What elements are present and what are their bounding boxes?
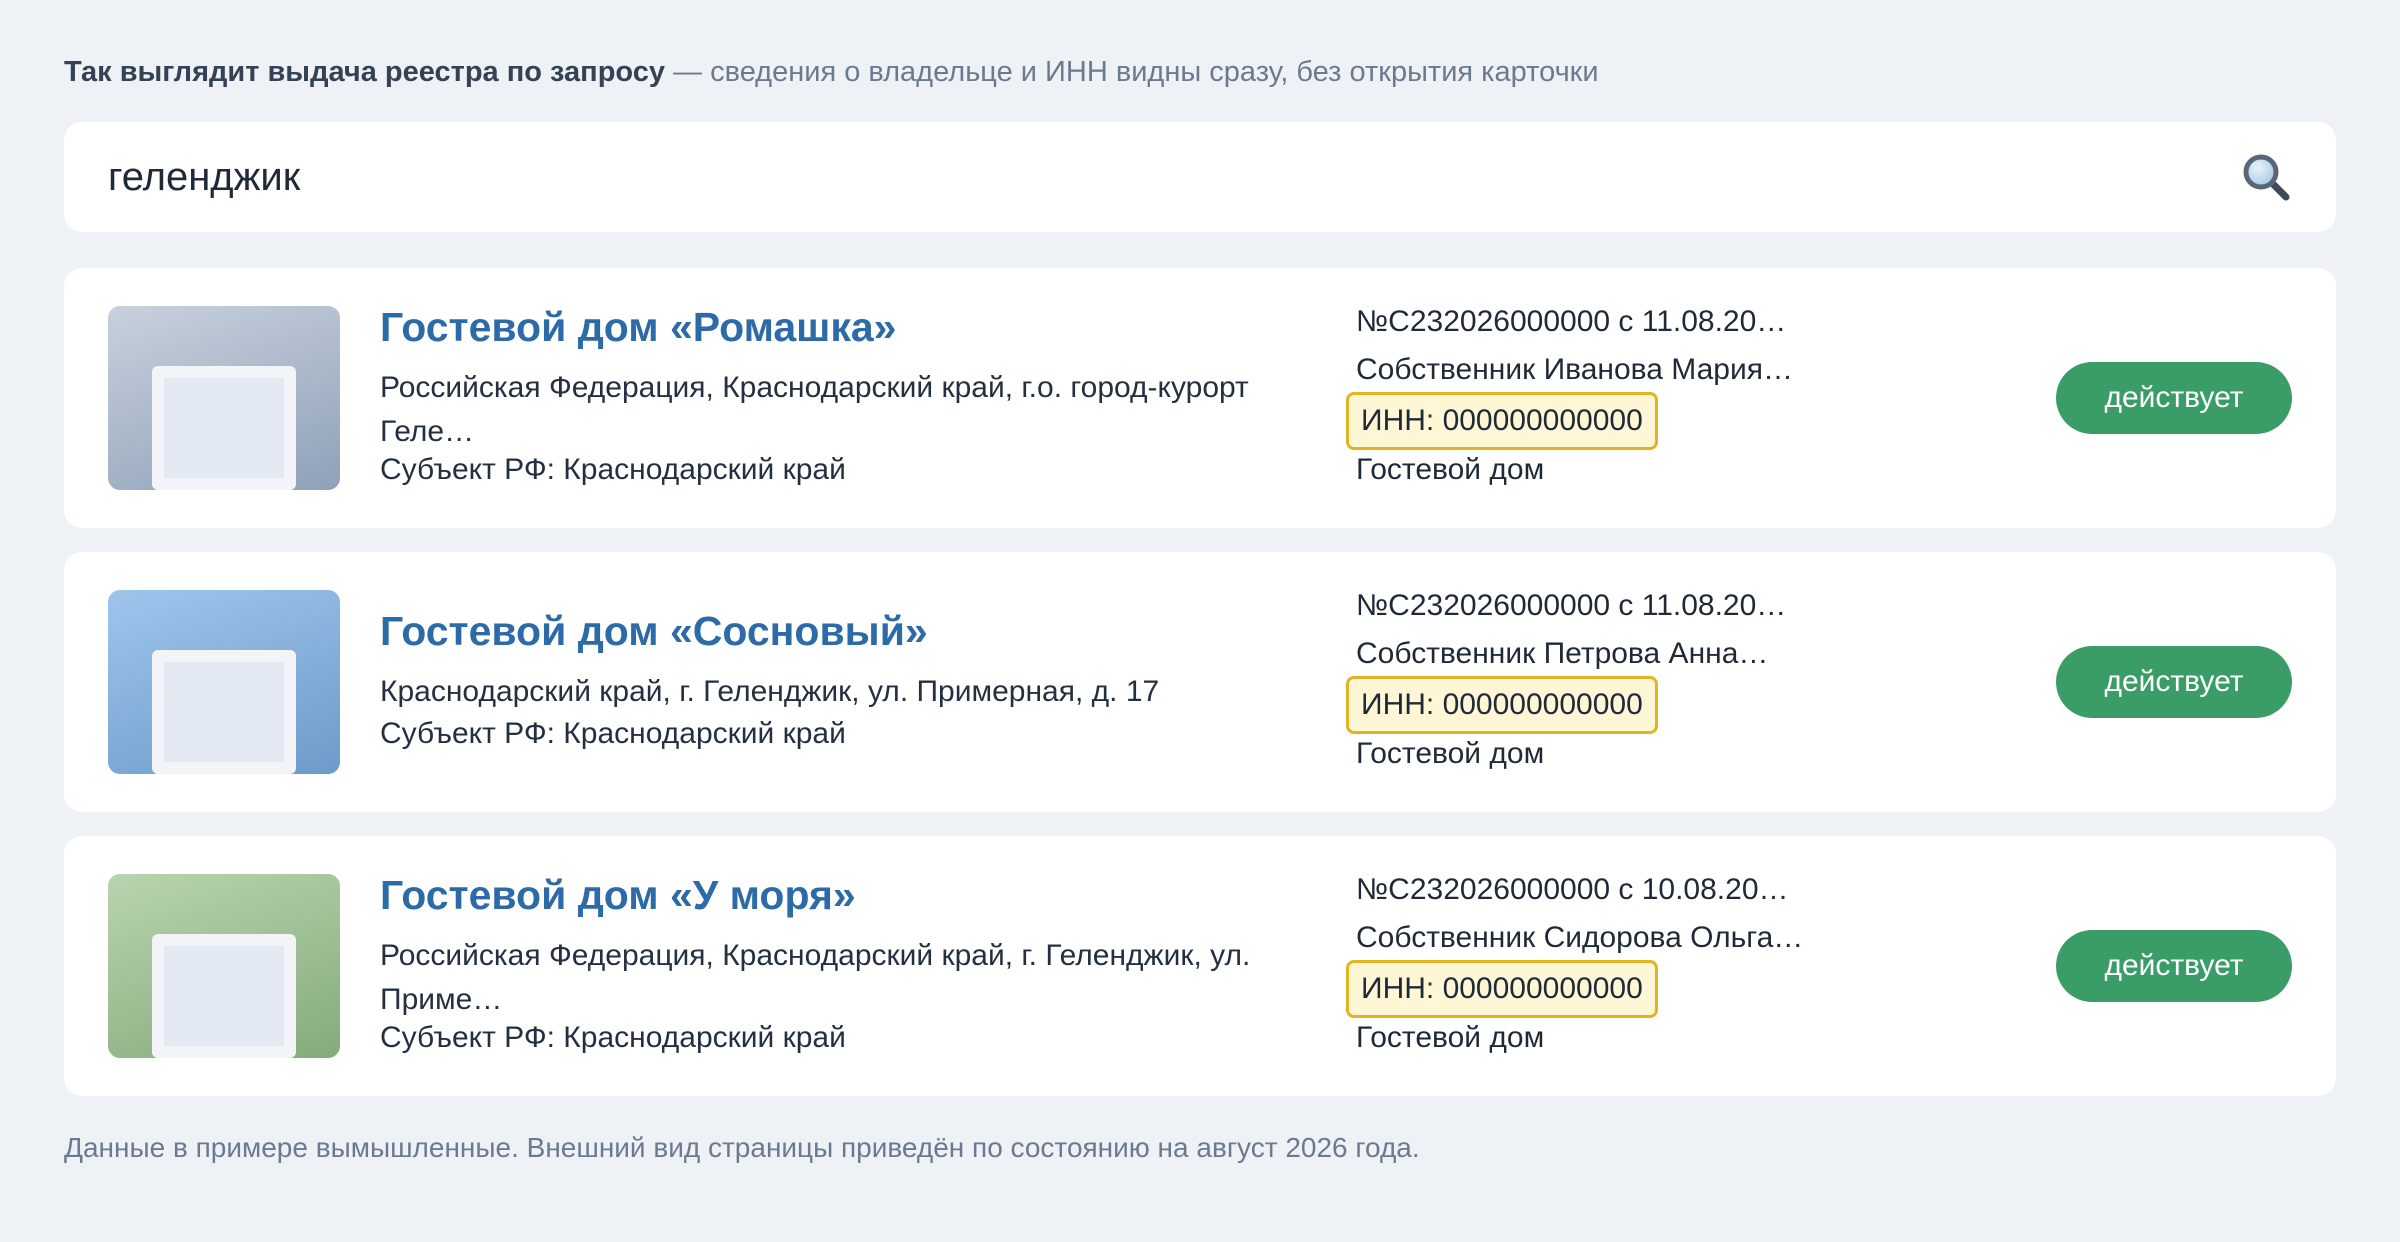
search-bar	[64, 122, 2336, 232]
result-region: Субъект РФ: Краснодарский край	[380, 1021, 846, 1054]
property-thumbnail	[108, 874, 340, 1058]
footnote: Данные в примере вымышленные. Внешний ви…	[64, 1132, 1420, 1163]
result-region: Субъект РФ: Краснодарский край	[380, 453, 846, 486]
image-placeholder-icon	[152, 934, 296, 1058]
image-placeholder-icon	[152, 366, 296, 490]
result-card[interactable]: Гостевой дом «Ромашка» Российская Федера…	[64, 268, 2336, 528]
search-input[interactable]	[108, 154, 2240, 200]
property-thumbnail	[108, 306, 340, 490]
result-address: Российская Федерация, Краснодарский край…	[380, 934, 1260, 1022]
registry-number: №С232026000000 с 11.08.20…	[1356, 589, 1787, 622]
address-line: Российская Федерация, Краснодарский край…	[380, 371, 1249, 404]
result-title-link[interactable]: Гостевой дом «У моря»	[380, 872, 856, 919]
result-address: Российская Федерация, Краснодарский край…	[380, 366, 1260, 454]
object-kind: Гостевой дом	[1356, 453, 1545, 486]
inn-highlight: ИНН: 000000000000	[1346, 676, 1658, 734]
status-badge[interactable]: действует	[2056, 646, 2292, 718]
result-address: Краснодарский край, г. Геленджик, ул. Пр…	[380, 670, 1260, 714]
address-line: Приме…	[380, 983, 503, 1016]
address-line: Краснодарский край, г. Геленджик, ул. Пр…	[380, 675, 1160, 708]
result-card[interactable]: Гостевой дом «Сосновый» Краснодарский кр…	[64, 552, 2336, 812]
property-thumbnail	[108, 590, 340, 774]
result-title-link[interactable]: Гостевой дом «Сосновый»	[380, 608, 928, 655]
intro-rest: — сведения о владельце и ИНН видны сразу…	[665, 56, 1599, 88]
result-region: Субъект РФ: Краснодарский край	[380, 717, 846, 750]
status-badge[interactable]: действует	[2056, 930, 2292, 1002]
magnifier-icon[interactable]	[2240, 151, 2292, 203]
status-badge[interactable]: действует	[2056, 362, 2292, 434]
object-kind: Гостевой дом	[1356, 1021, 1545, 1054]
intro-lead: Так выглядит выдача реестра по запросу	[64, 56, 665, 88]
owner-name: Собственник Сидорова Ольга…	[1356, 921, 1804, 954]
result-title-link[interactable]: Гостевой дом «Ромашка»	[380, 304, 896, 351]
owner-name: Собственник Иванова Мария…	[1356, 353, 1793, 386]
registry-number: №С232026000000 с 11.08.20…	[1356, 305, 1787, 338]
image-placeholder-icon	[152, 650, 296, 774]
intro-text: Так выглядит выдача реестра по запросу —…	[64, 52, 1599, 92]
address-line: Российская Федерация, Краснодарский край…	[380, 939, 1251, 972]
owner-name: Собственник Петрова Анна…	[1356, 637, 1769, 670]
address-line: Геле…	[380, 415, 475, 448]
inn-highlight: ИНН: 000000000000	[1346, 960, 1658, 1018]
registry-number: №С232026000000 с 10.08.20…	[1356, 873, 1789, 906]
inn-highlight: ИНН: 000000000000	[1346, 392, 1658, 450]
object-kind: Гостевой дом	[1356, 737, 1545, 770]
page: Так выглядит выдача реестра по запросу —…	[0, 0, 2400, 1242]
result-card[interactable]: Гостевой дом «У моря» Российская Федерац…	[64, 836, 2336, 1096]
